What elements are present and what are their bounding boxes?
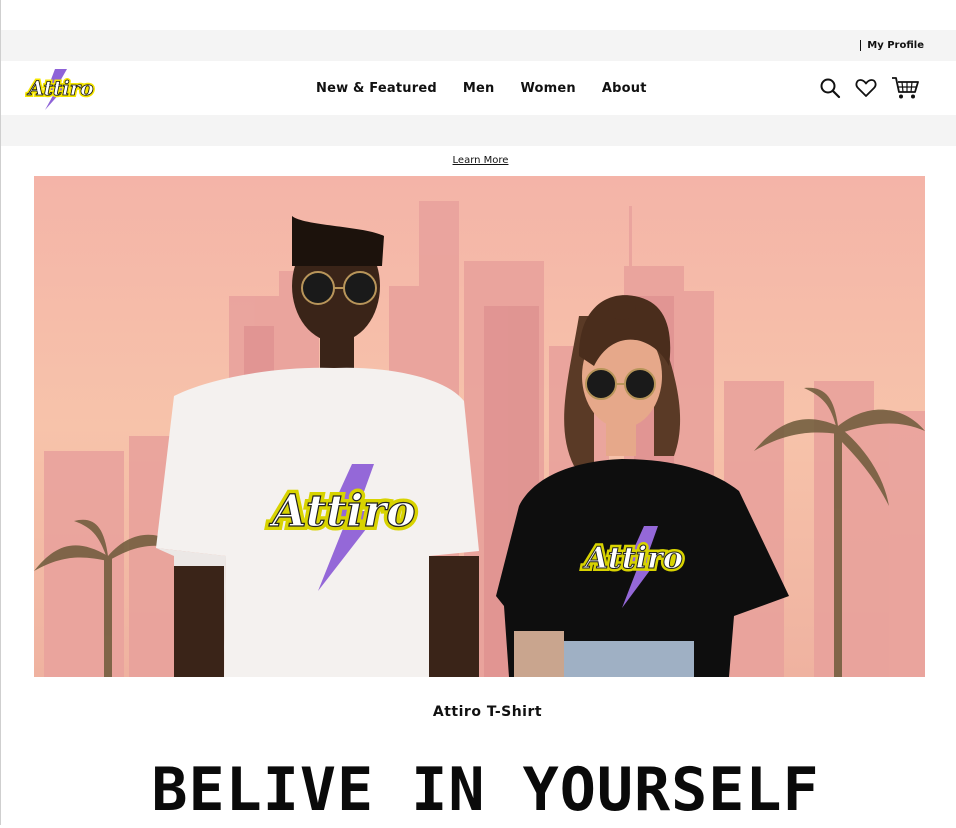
- cart-icon[interactable]: [891, 76, 919, 100]
- hero-headline: BELIVE IN YOURSELF: [151, 755, 820, 825]
- nav-item-men[interactable]: Men: [463, 81, 495, 96]
- main-navigation: Attiro Attiro New & Featured Men Women A…: [1, 62, 956, 114]
- product-caption[interactable]: Attiro T-Shirt: [0, 704, 956, 720]
- primary-menu: New & Featured Men Women About: [316, 62, 673, 114]
- nav-item-new-featured[interactable]: New & Featured: [316, 81, 437, 96]
- shirt-logo-small-outline: Attiro: [582, 541, 683, 576]
- heart-icon[interactable]: [855, 77, 877, 99]
- learn-more-link[interactable]: Learn More: [0, 155, 956, 166]
- header-icons: [805, 76, 919, 100]
- my-profile-link[interactable]: My Profile: [867, 40, 924, 51]
- hero-image: Attiro Attiro Attiro Attiro: [34, 176, 925, 677]
- logo-wordmark-outline: Attiro: [26, 76, 93, 100]
- nav-item-women[interactable]: Women: [520, 81, 575, 96]
- brand-logo[interactable]: Attiro Attiro: [24, 66, 97, 112]
- utility-bar: My Profile: [1, 30, 956, 61]
- hero-banner[interactable]: Attiro Attiro Attiro Attiro: [34, 176, 925, 677]
- nav-item-about[interactable]: About: [602, 81, 647, 96]
- shirt-logo-large-outline: Attiro: [268, 486, 415, 537]
- utility-divider: [860, 40, 862, 51]
- promo-strip: [1, 115, 956, 146]
- brand-logo-graphic: Attiro Attiro: [24, 69, 96, 110]
- search-icon[interactable]: [819, 77, 841, 99]
